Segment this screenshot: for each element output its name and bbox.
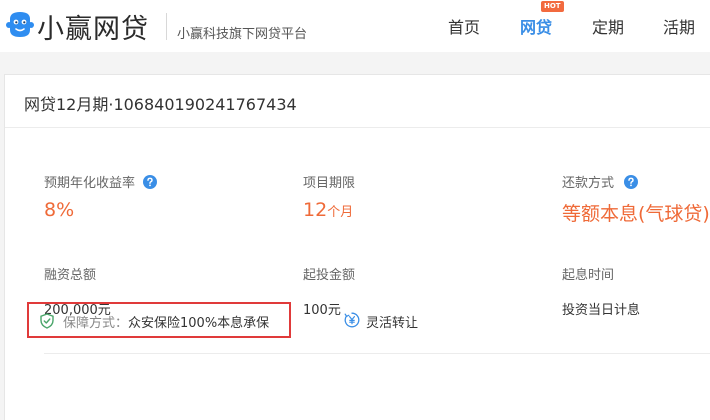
min-invest-label: 起投金额 — [303, 268, 356, 283]
interest-start-label: 起息时间 — [562, 268, 615, 283]
brand-subtitle: 小赢科技旗下网贷平台 — [177, 27, 308, 42]
product-card: 网贷12月期·106840190241767434 预期年化收益率 项目期限 还… — [4, 74, 710, 420]
repay-value: 等额本息(气球贷) — [562, 203, 710, 225]
repay-label-text: 还款方式 — [562, 176, 615, 191]
nav-p2p[interactable]: 网贷 — [520, 14, 552, 38]
interest-start-value: 投资当日计息 — [562, 303, 641, 318]
product-title: 网贷12月期·106840190241767434 — [24, 95, 297, 114]
yen-transfer-icon — [344, 312, 360, 328]
mascot-logo-icon[interactable] — [6, 10, 34, 40]
question-icon[interactable] — [624, 175, 639, 189]
term-label: 项目期限 — [303, 176, 356, 191]
nav-home[interactable]: 首页 — [448, 14, 480, 38]
guarantee-value: 众安保险100%本息承保 — [128, 316, 270, 331]
brand-name[interactable]: 小赢网贷 — [37, 7, 149, 46]
total-label: 融资总额 — [44, 268, 97, 283]
guarantee-key: 保障方式： — [63, 316, 129, 331]
term-number: 12 — [303, 199, 328, 221]
shield-icon — [40, 313, 54, 329]
nav-fixed-term[interactable]: 定期 — [592, 14, 624, 38]
nav-current-deposit[interactable]: 活期 — [663, 14, 695, 38]
question-icon[interactable] — [143, 175, 158, 189]
title-divider — [5, 127, 710, 128]
stats-divider — [44, 353, 710, 354]
hot-badge: HOT — [541, 1, 564, 12]
min-invest-value: 100元 — [303, 303, 341, 318]
top-header: 小赢网贷 小赢科技旗下网贷平台 首页 网贷 HOT 定期 活期 — [0, 0, 710, 52]
brand-divider — [166, 13, 167, 40]
guarantee-box: 保障方式：众安保险100%本息承保 — [27, 302, 291, 338]
rate-label-text: 预期年化收益率 — [44, 176, 136, 191]
rate-value: 8% — [44, 199, 75, 221]
transfer-label: 灵活转让 — [366, 316, 419, 331]
term-value: 12个月 — [303, 199, 353, 221]
term-unit: 个月 — [327, 205, 354, 220]
rate-label: 预期年化收益率 — [44, 172, 158, 191]
repay-label: 还款方式 — [562, 172, 639, 191]
guarantee-text: 保障方式：众安保险100%本息承保 — [63, 312, 269, 331]
